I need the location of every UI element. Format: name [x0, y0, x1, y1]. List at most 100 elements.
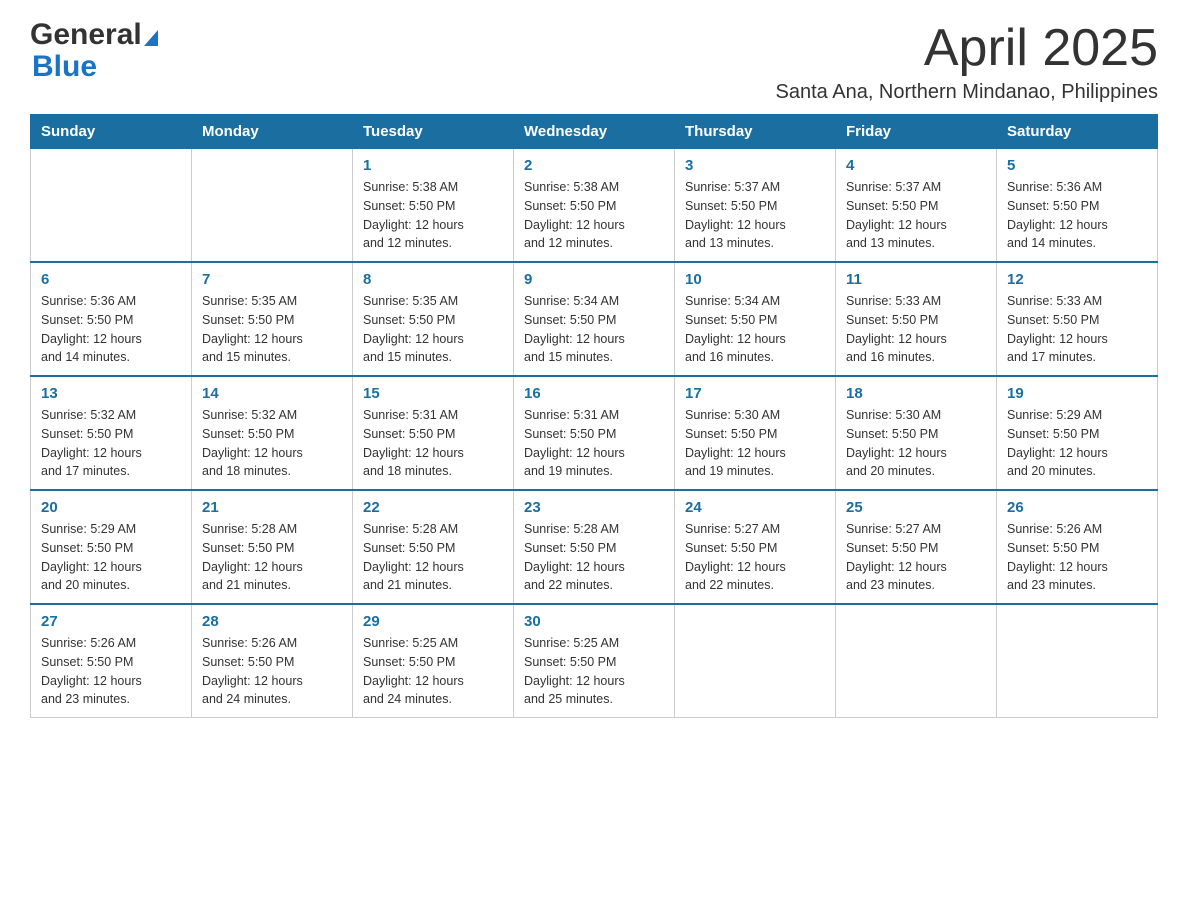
day-info: Sunrise: 5:38 AM Sunset: 5:50 PM Dayligh…	[524, 178, 664, 253]
column-header-tuesday: Tuesday	[353, 115, 514, 149]
day-number: 8	[363, 271, 503, 288]
day-number: 21	[202, 499, 342, 516]
calendar-table: SundayMondayTuesdayWednesdayThursdayFrid…	[30, 114, 1158, 718]
calendar-cell: 13Sunrise: 5:32 AM Sunset: 5:50 PM Dayli…	[31, 376, 192, 490]
day-number: 24	[685, 499, 825, 516]
day-info: Sunrise: 5:29 AM Sunset: 5:50 PM Dayligh…	[41, 520, 181, 595]
calendar-cell: 18 Sunrise: 5:30 AM Sunset: 5:50 PM Dayli…	[836, 376, 997, 490]
calendar-cell: 26 Sunrise: 5:26 AM Sunset: 5:50 PM Dayli…	[997, 490, 1158, 604]
calendar-week-row: 13 Sunrise: 5:32 AM Sunset: 5:50 PM Dayli…	[31, 376, 1158, 490]
calendar-cell: 22 Sunrise: 5:28 AM Sunset: 5:50 PM Dayli…	[353, 490, 514, 604]
calendar-cell: 6 Sunrise: 5:36 AM Sunset: 5:50 PM Daylig…	[31, 262, 192, 376]
column-header-saturday: Saturday	[997, 115, 1158, 149]
calendar-cell: 14 Sunrise: 5:32 AM Sunset: 5:50 PM Dayli…	[192, 376, 353, 490]
calendar-cell: 5 Sunrise: 5:36 AM Sunset: 5:50 PM Daylig…	[997, 149, 1158, 263]
day-number: 13	[41, 385, 181, 402]
calendar-cell: 16 Sunrise: 5:31 AM Sunset: 5:50 PM Dayli…	[514, 376, 675, 490]
day-number: 19	[1007, 385, 1147, 402]
calendar-cell	[675, 604, 836, 718]
day-info: Sunrise: 5:33 AM Sunset: 5:50 PM Dayligh…	[846, 292, 986, 367]
calendar-cell: 10 Sunrise: 5:34 AM Sunset: 5:50 PM Dayli…	[675, 262, 836, 376]
day-info: Sunrise: 5:26 AM Sunset: 5:50 PM Dayligh…	[202, 634, 342, 709]
day-info: Sunrise: 5:28 AM Sunset: 5:50 PM Dayligh…	[202, 520, 342, 595]
day-number: 2	[524, 157, 664, 174]
day-info: Sunrise: 5:28 AM Sunset: 5:50 PM Dayligh…	[524, 520, 664, 595]
day-info: Sunrise: 5:30 AM Sunset: 5:50 PM Dayligh…	[846, 406, 986, 481]
day-number: 12	[1007, 271, 1147, 288]
day-number: 15	[363, 385, 503, 402]
title-block: April 2025 Santa Ana, Northern Mindanao,…	[776, 20, 1158, 104]
day-info: Sunrise: 5:34 AM Sunset: 5:50 PM Dayligh…	[524, 292, 664, 367]
day-info: Sunrise: 5:29 AM Sunset: 5:50 PM Dayligh…	[1007, 406, 1147, 481]
day-number: 26	[1007, 499, 1147, 516]
column-header-friday: Friday	[836, 115, 997, 149]
day-info: Sunrise: 5:36 AM Sunset: 5:50 PM Dayligh…	[1007, 178, 1147, 253]
calendar-cell: 23Sunrise: 5:28 AM Sunset: 5:50 PM Dayli…	[514, 490, 675, 604]
day-info: Sunrise: 5:35 AM Sunset: 5:50 PM Dayligh…	[363, 292, 503, 367]
calendar-cell: 12 Sunrise: 5:33 AM Sunset: 5:50 PM Dayli…	[997, 262, 1158, 376]
day-info: Sunrise: 5:36 AM Sunset: 5:50 PM Dayligh…	[41, 292, 181, 367]
day-number: 25	[846, 499, 986, 516]
day-info: Sunrise: 5:37 AM Sunset: 5:50 PM Dayligh…	[846, 178, 986, 253]
day-number: 22	[363, 499, 503, 516]
calendar-cell: 28Sunrise: 5:26 AM Sunset: 5:50 PM Dayli…	[192, 604, 353, 718]
calendar-cell	[192, 149, 353, 263]
calendar-cell: 9 Sunrise: 5:34 AM Sunset: 5:50 PM Daylig…	[514, 262, 675, 376]
column-header-sunday: Sunday	[31, 115, 192, 149]
day-number: 10	[685, 271, 825, 288]
calendar-cell: 4 Sunrise: 5:37 AM Sunset: 5:50 PM Daylig…	[836, 149, 997, 263]
day-number: 29	[363, 613, 503, 630]
calendar-week-row: 1 Sunrise: 5:38 AM Sunset: 5:50 PM Daylig…	[31, 149, 1158, 263]
calendar-body: 1 Sunrise: 5:38 AM Sunset: 5:50 PM Daylig…	[31, 149, 1158, 718]
column-header-wednesday: Wednesday	[514, 115, 675, 149]
day-info: Sunrise: 5:27 AM Sunset: 5:50 PM Dayligh…	[685, 520, 825, 595]
day-info: Sunrise: 5:31 AM Sunset: 5:50 PM Dayligh…	[524, 406, 664, 481]
calendar-cell: 27Sunrise: 5:26 AM Sunset: 5:50 PM Dayli…	[31, 604, 192, 718]
calendar-cell: 24 Sunrise: 5:27 AM Sunset: 5:50 PM Dayli…	[675, 490, 836, 604]
column-header-thursday: Thursday	[675, 115, 836, 149]
day-info: Sunrise: 5:32 AM Sunset: 5:50 PM Dayligh…	[202, 406, 342, 481]
day-header-row: SundayMondayTuesdayWednesdayThursdayFrid…	[31, 115, 1158, 149]
logo-general: General	[30, 20, 142, 50]
calendar-header: SundayMondayTuesdayWednesdayThursdayFrid…	[31, 115, 1158, 149]
logo-triangle-icon	[144, 30, 158, 46]
day-number: 1	[363, 157, 503, 174]
calendar-week-row: 20Sunrise: 5:29 AM Sunset: 5:50 PM Dayli…	[31, 490, 1158, 604]
day-number: 5	[1007, 157, 1147, 174]
day-info: Sunrise: 5:37 AM Sunset: 5:50 PM Dayligh…	[685, 178, 825, 253]
day-number: 18	[846, 385, 986, 402]
day-number: 16	[524, 385, 664, 402]
calendar-cell: 19 Sunrise: 5:29 AM Sunset: 5:50 PM Dayli…	[997, 376, 1158, 490]
calendar-cell: 2 Sunrise: 5:38 AM Sunset: 5:50 PM Daylig…	[514, 149, 675, 263]
day-number: 3	[685, 157, 825, 174]
calendar-cell: 11Sunrise: 5:33 AM Sunset: 5:50 PM Dayli…	[836, 262, 997, 376]
calendar-cell: 25 Sunrise: 5:27 AM Sunset: 5:50 PM Dayli…	[836, 490, 997, 604]
day-number: 9	[524, 271, 664, 288]
day-info: Sunrise: 5:31 AM Sunset: 5:50 PM Dayligh…	[363, 406, 503, 481]
calendar-cell: 15 Sunrise: 5:31 AM Sunset: 5:50 PM Dayli…	[353, 376, 514, 490]
day-info: Sunrise: 5:27 AM Sunset: 5:50 PM Dayligh…	[846, 520, 986, 595]
calendar-cell: 20Sunrise: 5:29 AM Sunset: 5:50 PM Dayli…	[31, 490, 192, 604]
day-info: Sunrise: 5:25 AM Sunset: 5:50 PM Dayligh…	[524, 634, 664, 709]
calendar-week-row: 6 Sunrise: 5:36 AM Sunset: 5:50 PM Daylig…	[31, 262, 1158, 376]
column-header-monday: Monday	[192, 115, 353, 149]
calendar-cell	[31, 149, 192, 263]
logo: General Blue	[30, 20, 158, 84]
day-number: 14	[202, 385, 342, 402]
day-info: Sunrise: 5:34 AM Sunset: 5:50 PM Dayligh…	[685, 292, 825, 367]
calendar-week-row: 27Sunrise: 5:26 AM Sunset: 5:50 PM Dayli…	[31, 604, 1158, 718]
calendar-cell: 3 Sunrise: 5:37 AM Sunset: 5:50 PM Daylig…	[675, 149, 836, 263]
day-info: Sunrise: 5:30 AM Sunset: 5:50 PM Dayligh…	[685, 406, 825, 481]
day-number: 6	[41, 271, 181, 288]
calendar-cell: 7Sunrise: 5:35 AM Sunset: 5:50 PM Daylig…	[192, 262, 353, 376]
day-info: Sunrise: 5:26 AM Sunset: 5:50 PM Dayligh…	[1007, 520, 1147, 595]
day-number: 17	[685, 385, 825, 402]
page-header: General Blue April 2025 Santa Ana, North…	[30, 20, 1158, 104]
day-number: 4	[846, 157, 986, 174]
day-info: Sunrise: 5:28 AM Sunset: 5:50 PM Dayligh…	[363, 520, 503, 595]
calendar-cell: 30Sunrise: 5:25 AM Sunset: 5:50 PM Dayli…	[514, 604, 675, 718]
calendar-cell	[836, 604, 997, 718]
day-info: Sunrise: 5:33 AM Sunset: 5:50 PM Dayligh…	[1007, 292, 1147, 367]
day-number: 7	[202, 271, 342, 288]
logo-blue: Blue	[32, 50, 97, 83]
